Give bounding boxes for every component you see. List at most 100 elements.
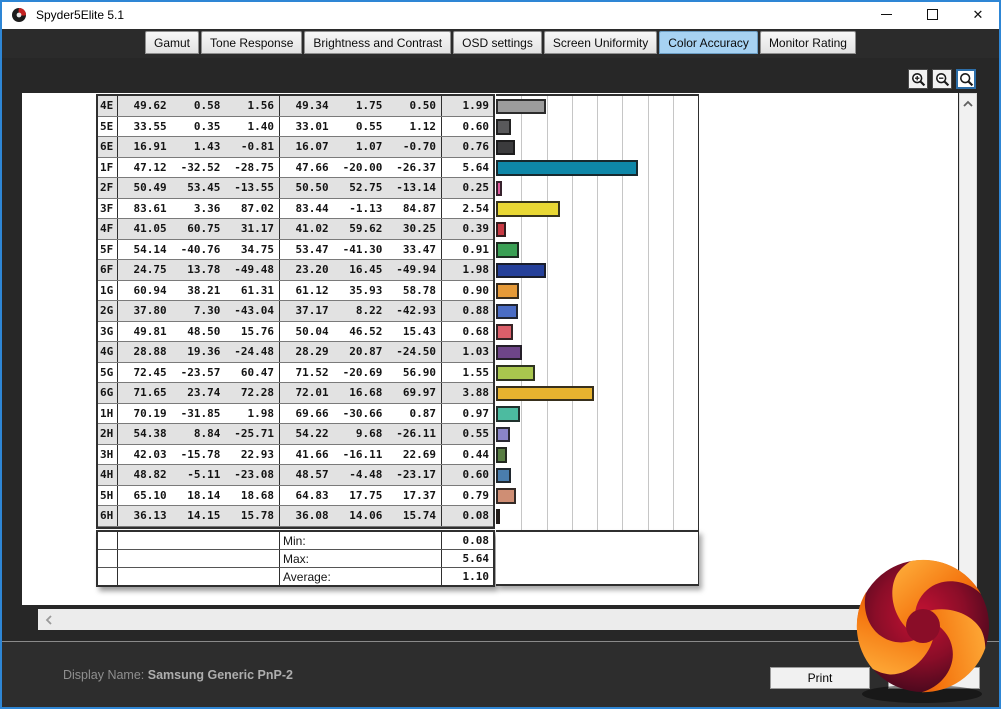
report-canvas: 4E49.620.581.5649.341.750.501.995E33.550… bbox=[22, 93, 958, 605]
delta-e-bar-5E bbox=[496, 119, 511, 135]
measured-lab-values: 50.0446.5215.43 bbox=[280, 322, 442, 342]
table-row-6E: 6E16.911.43-0.8116.071.07-0.700.76 bbox=[98, 137, 493, 158]
minimize-icon bbox=[881, 14, 892, 15]
summary-row-average: Average: 1.10 bbox=[98, 568, 493, 585]
delta-e-bar-6F bbox=[496, 263, 546, 279]
app-icon bbox=[11, 7, 27, 23]
tab-tone-response[interactable]: Tone Response bbox=[201, 31, 302, 54]
zoom-toolbar bbox=[908, 69, 976, 89]
patch-id: 4G bbox=[98, 342, 118, 362]
measured-lab-values: 47.66-20.00-26.37 bbox=[280, 158, 442, 178]
horizontal-scrollbar[interactable] bbox=[38, 609, 958, 630]
reference-lab-values: 83.613.3687.02 bbox=[118, 199, 280, 219]
tab-brightness-and-contrast[interactable]: Brightness and Contrast bbox=[304, 31, 451, 54]
close-icon: ✕ bbox=[973, 8, 984, 21]
zoom-out-button[interactable] bbox=[932, 69, 952, 89]
delta-e-value: 0.60 bbox=[442, 117, 493, 137]
delta-e-value: 0.76 bbox=[442, 137, 493, 157]
table-row-6F: 6F24.7513.78-49.4823.2016.45-49.941.98 bbox=[98, 260, 493, 281]
delta-e-value: 0.91 bbox=[442, 240, 493, 260]
patch-id: 4F bbox=[98, 219, 118, 239]
zoom-in-button[interactable] bbox=[908, 69, 928, 89]
tab-osd-settings[interactable]: OSD settings bbox=[453, 31, 542, 54]
delta-e-bar-6G bbox=[496, 386, 594, 402]
patch-id: 6G bbox=[98, 383, 118, 403]
maximize-icon bbox=[927, 9, 938, 20]
maximize-button[interactable] bbox=[909, 0, 955, 29]
delta-e-bar-3H bbox=[496, 447, 507, 463]
patch-id: 4E bbox=[98, 96, 118, 116]
scroll-up-icon bbox=[963, 100, 973, 108]
delta-e-bar-2G bbox=[496, 304, 518, 320]
delta-e-value: 2.54 bbox=[442, 199, 493, 219]
reference-lab-values: 70.19-31.851.98 bbox=[118, 404, 280, 424]
tab-monitor-rating[interactable]: Monitor Rating bbox=[760, 31, 856, 54]
vertical-scrollbar[interactable] bbox=[959, 93, 977, 605]
tab-color-accuracy[interactable]: Color Accuracy bbox=[659, 31, 758, 54]
delta-e-value: 1.55 bbox=[442, 363, 493, 383]
tab-gamut[interactable]: Gamut bbox=[145, 31, 199, 54]
table-row-4E: 4E49.620.581.5649.341.750.501.99 bbox=[98, 96, 493, 117]
table-row-4G: 4G28.8819.36-24.4828.2920.87-24.501.03 bbox=[98, 342, 493, 363]
delta-e-bar-5H bbox=[496, 488, 516, 504]
measured-lab-values: 48.57-4.48-23.17 bbox=[280, 465, 442, 485]
table-row-1G: 1G60.9438.2161.3161.1235.9358.780.90 bbox=[98, 281, 493, 302]
patch-id: 1F bbox=[98, 158, 118, 178]
table-row-2F: 2F50.4953.45-13.5550.5052.75-13.140.25 bbox=[98, 178, 493, 199]
measured-lab-values: 16.071.07-0.70 bbox=[280, 137, 442, 157]
reference-lab-values: 49.8148.5015.76 bbox=[118, 322, 280, 342]
measured-lab-values: 54.229.68-26.11 bbox=[280, 424, 442, 444]
measured-lab-values: 49.341.750.50 bbox=[280, 96, 442, 116]
reference-lab-values: 48.82-5.11-23.08 bbox=[118, 465, 280, 485]
tab-screen-uniformity[interactable]: Screen Uniformity bbox=[544, 31, 657, 54]
datacolor-spyder-logo bbox=[852, 548, 994, 706]
measured-lab-values: 83.44-1.1384.87 bbox=[280, 199, 442, 219]
measured-lab-values: 37.178.22-42.93 bbox=[280, 301, 442, 321]
delta-e-value: 5.64 bbox=[442, 158, 493, 178]
delta-e-bar-1G bbox=[496, 283, 519, 299]
measured-lab-values: 41.66-16.1122.69 bbox=[280, 445, 442, 465]
summary-row-max: Max: 5.64 bbox=[98, 550, 493, 568]
delta-e-value: 1.99 bbox=[442, 96, 493, 116]
patch-id: 1H bbox=[98, 404, 118, 424]
delta-e-bar-1H bbox=[496, 406, 520, 422]
patch-id: 3F bbox=[98, 199, 118, 219]
delta-e-bar-3F bbox=[496, 201, 560, 217]
delta-e-bar-4F bbox=[496, 222, 506, 238]
delta-e-bar-6E bbox=[496, 140, 515, 156]
table-row-5H: 5H65.1018.1418.6864.8317.7517.370.79 bbox=[98, 486, 493, 507]
delta-e-bar-4G bbox=[496, 345, 522, 361]
table-row-5E: 5E33.550.351.4033.010.551.120.60 bbox=[98, 117, 493, 138]
zoom-out-icon bbox=[935, 72, 950, 87]
delta-e-bar-1F bbox=[496, 160, 638, 176]
min-label: Min: bbox=[280, 532, 442, 549]
table-row-5G: 5G72.45-23.5760.4771.52-20.6956.901.55 bbox=[98, 363, 493, 384]
display-name-label: Display Name: bbox=[63, 668, 144, 682]
title-bar[interactable]: Spyder5Elite 5.1 ✕ bbox=[0, 0, 1001, 29]
reference-lab-values: 54.388.84-25.71 bbox=[118, 424, 280, 444]
display-name-value: Samsung Generic PnP-2 bbox=[148, 668, 293, 682]
table-row-3G: 3G49.8148.5015.7650.0446.5215.430.68 bbox=[98, 322, 493, 343]
table-row-1F: 1F47.12-32.52-28.7547.66-20.00-26.375.64 bbox=[98, 158, 493, 179]
measured-lab-values: 72.0116.6869.97 bbox=[280, 383, 442, 403]
close-button[interactable]: ✕ bbox=[955, 0, 1001, 29]
reference-lab-values: 54.14-40.7634.75 bbox=[118, 240, 280, 260]
window-title: Spyder5Elite 5.1 bbox=[36, 8, 124, 22]
table-row-2H: 2H54.388.84-25.7154.229.68-26.110.55 bbox=[98, 424, 493, 445]
reference-lab-values: 65.1018.1418.68 bbox=[118, 486, 280, 506]
table-row-1H: 1H70.19-31.851.9869.66-30.660.870.97 bbox=[98, 404, 493, 425]
reference-lab-values: 42.03-15.7822.93 bbox=[118, 445, 280, 465]
measured-lab-values: 61.1235.9358.78 bbox=[280, 281, 442, 301]
reference-lab-values: 71.6523.7472.28 bbox=[118, 383, 280, 403]
delta-e-bar-4E bbox=[496, 99, 546, 115]
display-name: Display Name: Samsung Generic PnP-2 bbox=[63, 668, 293, 682]
scroll-left-icon bbox=[45, 615, 53, 625]
reference-lab-values: 33.550.351.40 bbox=[118, 117, 280, 137]
delta-e-value: 1.98 bbox=[442, 260, 493, 280]
patch-id: 5F bbox=[98, 240, 118, 260]
minimize-button[interactable] bbox=[863, 0, 909, 29]
delta-e-value: 0.08 bbox=[442, 506, 493, 526]
delta-e-bar-5G bbox=[496, 365, 535, 381]
zoom-fit-button[interactable] bbox=[956, 69, 976, 89]
patch-id: 5H bbox=[98, 486, 118, 506]
